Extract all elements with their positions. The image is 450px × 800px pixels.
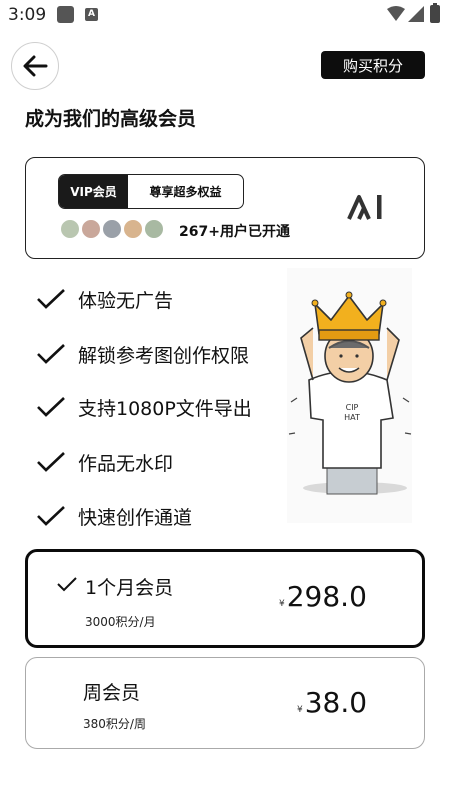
- check-icon: [37, 506, 65, 526]
- avatar: [60, 219, 80, 239]
- benefit-item: 快速创作通道: [36, 501, 192, 531]
- benefit-label: 作品无水印: [78, 452, 174, 475]
- shirt-text-1: CIP: [346, 403, 359, 412]
- vip-badge: VIP会员 尊享超多权益: [58, 174, 244, 209]
- ai-logo-icon: [347, 195, 382, 220]
- plan-points: 3000积分/月: [85, 615, 156, 629]
- check-icon: [57, 577, 77, 592]
- shirt-text-2: HAT: [344, 413, 360, 422]
- notification-a-icon: A: [85, 8, 98, 21]
- price-value: 38.0: [304, 686, 368, 719]
- arrow-left-icon: [23, 55, 48, 77]
- battery-icon: [430, 3, 440, 23]
- benefit-item: 支持1080P文件导出: [36, 392, 252, 422]
- users-count: 267+用户已开通: [179, 224, 290, 240]
- wifi-icon: [387, 6, 405, 21]
- avatar: [144, 219, 164, 239]
- check-icon: [37, 289, 65, 309]
- back-button[interactable]: [11, 42, 59, 90]
- crown-person-illustration: CIP HAT: [287, 268, 412, 523]
- plan-points: 380积分/周: [83, 717, 146, 731]
- price-value: 298.0: [286, 580, 367, 613]
- price-currency: ¥: [297, 705, 303, 715]
- plan-card-monthly[interactable]: 1个月会员 3000积分/月 ¥ 298.0: [25, 549, 425, 648]
- benefit-item: 作品无水印: [36, 447, 173, 477]
- vip-badge-perks: 尊享超多权益: [149, 185, 222, 199]
- plan-price: ¥ 298.0: [279, 580, 367, 613]
- plan-name: 1个月会员: [85, 577, 174, 599]
- page-title: 成为我们的高级会员: [25, 108, 197, 130]
- vip-badge-label: VIP会员: [59, 175, 128, 208]
- buy-points-button[interactable]: 购买积分: [321, 51, 425, 79]
- benefit-label: 体验无广告: [78, 289, 174, 312]
- check-icon: [37, 397, 65, 417]
- benefit-label: 支持1080P文件导出: [78, 397, 252, 420]
- user-avatars: [60, 219, 165, 239]
- benefit-label: 快速创作通道: [78, 506, 193, 529]
- status-time: 3:09: [8, 5, 47, 25]
- status-bar: 3:09 A: [0, 0, 450, 30]
- plan-name: 周会员: [83, 682, 141, 704]
- check-icon: [37, 344, 65, 364]
- avatar: [123, 219, 143, 239]
- avatar: [102, 219, 122, 239]
- benefit-item: 体验无广告: [36, 284, 173, 314]
- notification-app-icon: [57, 6, 74, 23]
- avatar: [81, 219, 101, 239]
- vip-info-card: VIP会员 尊享超多权益 267+用户已开通: [25, 157, 425, 259]
- price-currency: ¥: [279, 599, 285, 609]
- benefit-label: 解锁参考图创作权限: [78, 344, 250, 367]
- benefit-item: 解锁参考图创作权限: [36, 339, 249, 369]
- signal-icon: [408, 6, 424, 22]
- check-icon: [37, 452, 65, 472]
- plan-price: ¥ 38.0: [297, 686, 367, 719]
- plan-card-weekly[interactable]: 周会员 380积分/周 ¥ 38.0: [25, 657, 425, 749]
